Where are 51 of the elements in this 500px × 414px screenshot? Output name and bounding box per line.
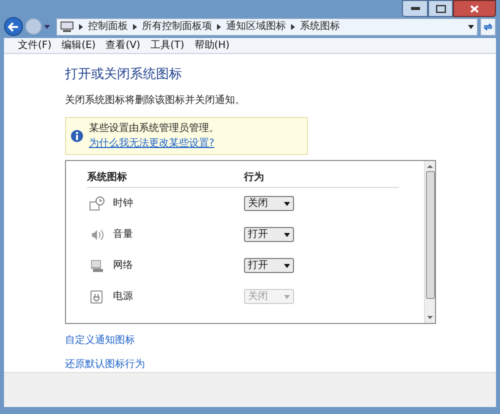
column-header: 系统图标 (87, 170, 128, 185)
breadcrumb-item[interactable]: 控制面板 (88, 19, 128, 34)
minimize-icon (410, 7, 420, 10)
dropdown-arrow-icon (284, 232, 290, 236)
dropdown-arrow-icon (284, 294, 290, 298)
clock-icon (89, 196, 105, 212)
menu-item[interactable]: 工具(T) (150, 38, 184, 53)
menu-item[interactable]: 编辑(E) (62, 38, 96, 53)
behavior-dropdown[interactable]: 关闭 (244, 196, 294, 211)
close-button[interactable] (453, 0, 496, 17)
refresh-icon (483, 22, 493, 32)
dropdown-arrow-icon (284, 202, 290, 206)
refresh-button[interactable] (480, 18, 496, 36)
dropdown-arrow-icon (44, 24, 50, 28)
action-link[interactable]: 自定义通知图标 (65, 333, 135, 348)
menu-item[interactable]: 帮助(H) (194, 38, 230, 53)
menu-item[interactable]: 查看(V) (106, 38, 140, 53)
minimize-button[interactable] (402, 0, 428, 17)
dropdown-arrow-icon (284, 264, 290, 268)
page-heading: 打开或关闭系统图标 (65, 67, 183, 83)
network-icon (89, 258, 105, 274)
dropdown-arrow-icon (468, 24, 474, 28)
maximize-button[interactable] (428, 0, 453, 17)
address-bar[interactable]: 控制面板 所有控制面板项 通知区域图标 系统图标 (56, 18, 478, 36)
chevron-right-icon (217, 24, 221, 30)
power-plug-icon (89, 288, 105, 304)
breadcrumb-item[interactable]: 系统图标 (300, 19, 340, 34)
help-link[interactable]: 为什么我无法更改某些设置? (89, 136, 219, 151)
breadcrumb-item[interactable]: 所有控制面板项 (142, 19, 212, 34)
breadcrumb-item[interactable]: 通知区域图标 (226, 19, 286, 34)
icon-name: 电源 (113, 290, 133, 304)
back-arrow-icon (8, 22, 19, 32)
column-header: 行为 (244, 170, 264, 185)
action-link[interactable]: 还原默认图标行为 (65, 357, 145, 372)
computer-icon (60, 20, 74, 32)
scrollbar[interactable] (424, 161, 435, 323)
behavior-dropdown[interactable]: 打开 (244, 227, 294, 242)
close-icon (470, 4, 479, 12)
description-text: 关闭系统图标将删除该图标并关闭通知。 (65, 94, 246, 108)
maximize-icon (436, 4, 446, 12)
menu-item[interactable]: 文件(F) (18, 38, 52, 53)
chevron-right-icon (79, 24, 83, 30)
notice-text: 某些设置由系统管理员管理。 (89, 122, 219, 136)
info-icon (71, 130, 83, 142)
icon-name: 音量 (113, 228, 133, 242)
icon-name: 网络 (113, 259, 133, 273)
icon-name: 时钟 (113, 196, 133, 211)
back-button[interactable] (4, 17, 23, 36)
chevron-right-icon (133, 24, 137, 30)
chevron-right-icon (291, 24, 295, 30)
behavior-dropdown[interactable]: 打开 (244, 258, 294, 273)
